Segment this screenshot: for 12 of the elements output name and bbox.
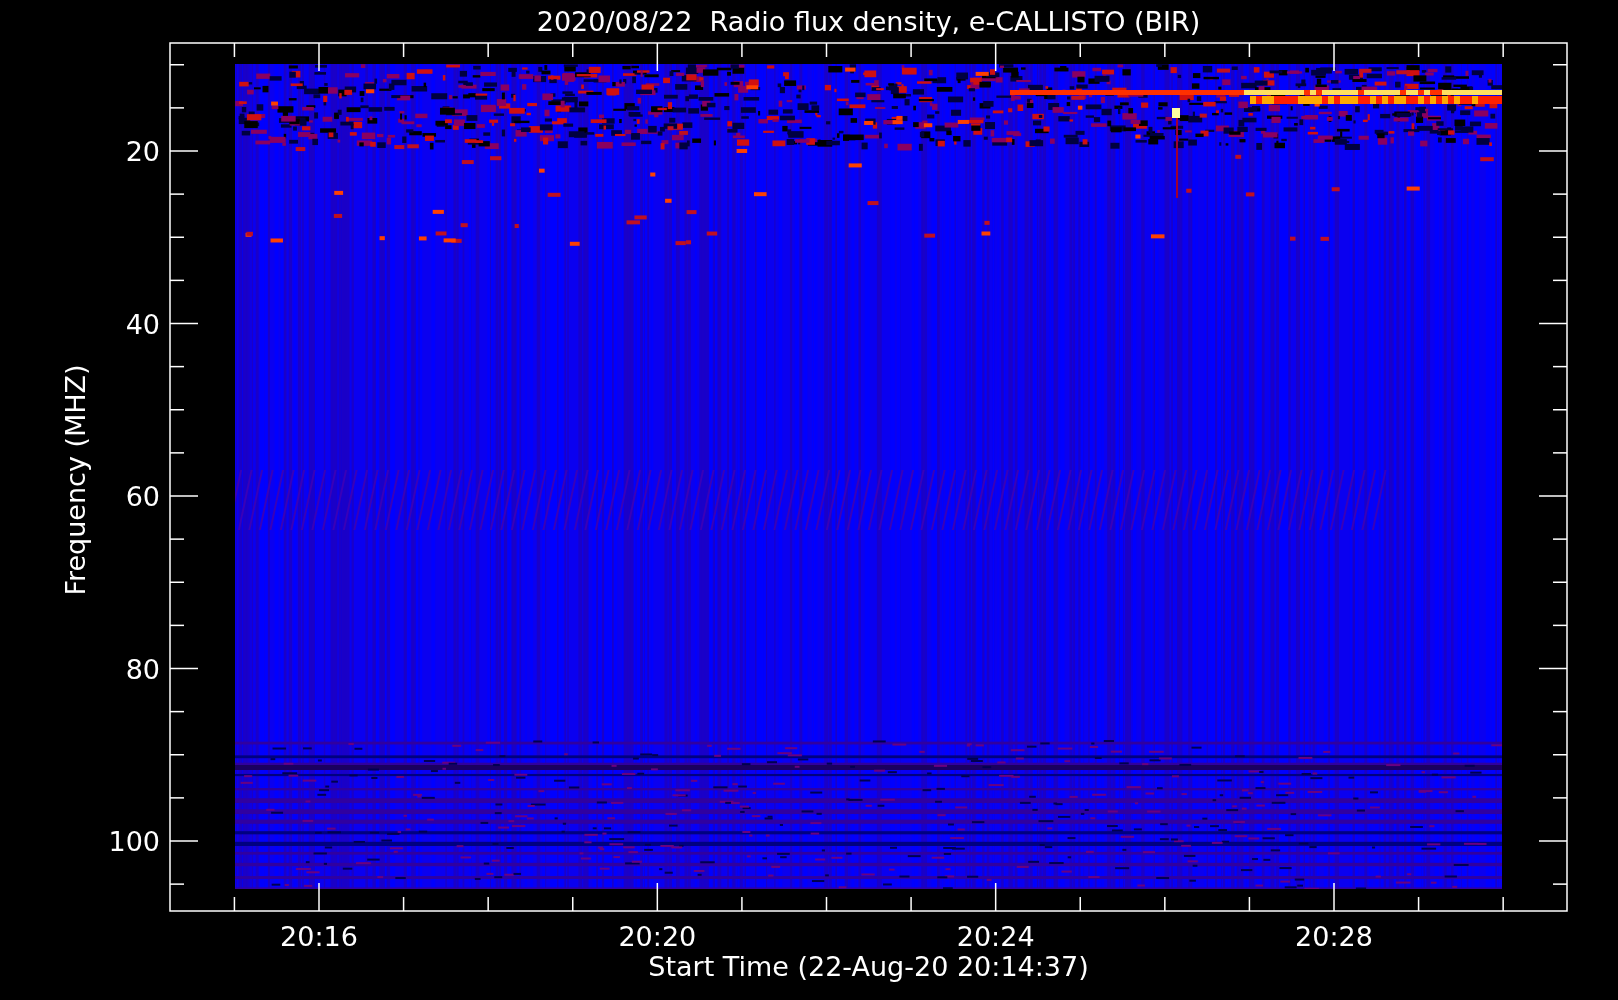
x-tick-label: 20:28	[1295, 921, 1373, 952]
chart-title: 2020/08/22 Radio flux density, e-CALLISTO (BIR)	[536, 6, 1201, 37]
x-tick-label: 20:16	[280, 921, 358, 952]
y-tick-label: 80	[125, 653, 160, 685]
x-axis-title: Start Time (22-Aug-20 20:14:37)	[648, 951, 1089, 982]
x-tick-label: 20:24	[956, 921, 1035, 952]
y-tick-label: 100	[108, 826, 160, 857]
y-tick-label: 20	[125, 136, 160, 167]
y-axis-title: Frequency (MHZ)	[60, 364, 91, 596]
x-tick-label: 20:20	[618, 921, 697, 952]
y-tick-label: 60	[125, 481, 160, 512]
y-tick-label: 40	[125, 308, 160, 340]
